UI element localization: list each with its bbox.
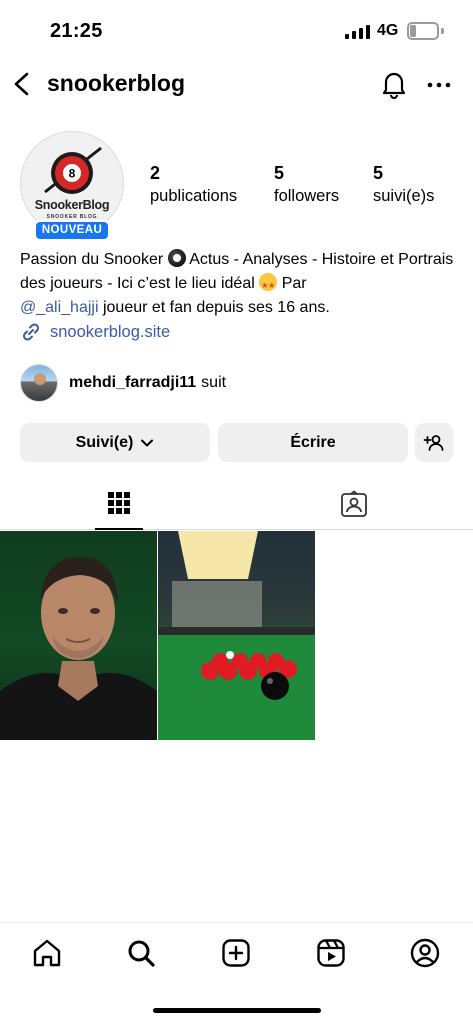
home-icon[interactable] (31, 937, 63, 969)
tab-posts-grid[interactable] (95, 478, 143, 530)
home-indicator (153, 1008, 321, 1013)
network-type: 4G (377, 22, 399, 39)
more-horizontal-icon[interactable] (424, 70, 454, 100)
stat-value: 5 (274, 163, 285, 183)
stat-label: suivi(e)s (373, 187, 435, 205)
bio-text: joueur et fan depuis ses 16 ans. (102, 299, 330, 316)
profile-icon[interactable] (409, 937, 441, 969)
followed-by-row[interactable]: mehdi_farradji11 suit (20, 364, 226, 402)
follower-username: mehdi_farradji11 (69, 374, 197, 391)
stat-label: publications (150, 187, 238, 205)
portrait-photo (0, 557, 157, 740)
message-button[interactable]: Écrire (218, 423, 408, 462)
battery-level: 21 (416, 25, 430, 37)
battery-icon: 21 (407, 22, 439, 40)
add-person-icon (423, 434, 444, 451)
billiard-ball-emoji-icon (167, 249, 186, 267)
message-label: Écrire (290, 433, 336, 451)
stat-following[interactable]: 5 suivi(e)s (373, 163, 434, 206)
status-bar: 21:25 4G 21 (0, 0, 473, 64)
ball-number: 8 (69, 167, 76, 181)
status-time: 21:25 (50, 20, 103, 42)
stat-label: followers (274, 187, 340, 205)
bio-text: Passion du Snooker (20, 251, 164, 268)
post-thumbnail[interactable] (158, 531, 315, 740)
tagged-icon (341, 490, 367, 517)
grid-icon (108, 492, 130, 514)
bottom-navigation (0, 922, 473, 984)
link-icon (22, 323, 40, 341)
profile-username: snookerblog (47, 70, 186, 96)
profile-bio: Passion du Snooker Actus - Analyses - Hi… (20, 248, 460, 320)
new-badge: NOUVEAU (34, 220, 110, 241)
following-label: Suivi(e) (75, 433, 134, 451)
signal-icon (345, 24, 370, 39)
bell-icon[interactable] (378, 68, 410, 100)
follower-suffix: suit (201, 374, 227, 391)
search-icon[interactable] (125, 937, 157, 969)
stat-value: 5 (373, 163, 384, 183)
battery-tip (441, 28, 444, 34)
profile-website-link[interactable]: snookerblog.site (20, 320, 170, 344)
following-button[interactable]: Suivi(e) (20, 423, 210, 462)
profile-tabs (0, 478, 473, 530)
create-icon[interactable] (220, 937, 252, 969)
chevron-down-icon (141, 439, 154, 446)
follower-avatar (20, 364, 58, 402)
bio-mention-link[interactable]: @_ali_hajji (20, 299, 99, 316)
profile-header: snookerblog (0, 64, 473, 104)
stat-value: 2 (150, 163, 161, 183)
stat-followers[interactable]: 5 followers (274, 163, 339, 206)
post-thumbnail[interactable] (0, 531, 157, 740)
avatar-logo-text: SnookerBlog (34, 198, 110, 212)
star-struck-emoji-icon (259, 273, 278, 298)
suggest-users-button[interactable] (415, 423, 453, 462)
reels-icon[interactable] (315, 937, 347, 969)
chevron-left-icon[interactable] (8, 68, 38, 100)
stat-publications[interactable]: 2 publications (150, 163, 237, 206)
website-url: snookerblog.site (50, 322, 171, 341)
bio-text: Par (281, 275, 307, 292)
tab-tagged[interactable] (330, 478, 378, 530)
snooker-table-photo (158, 531, 315, 740)
